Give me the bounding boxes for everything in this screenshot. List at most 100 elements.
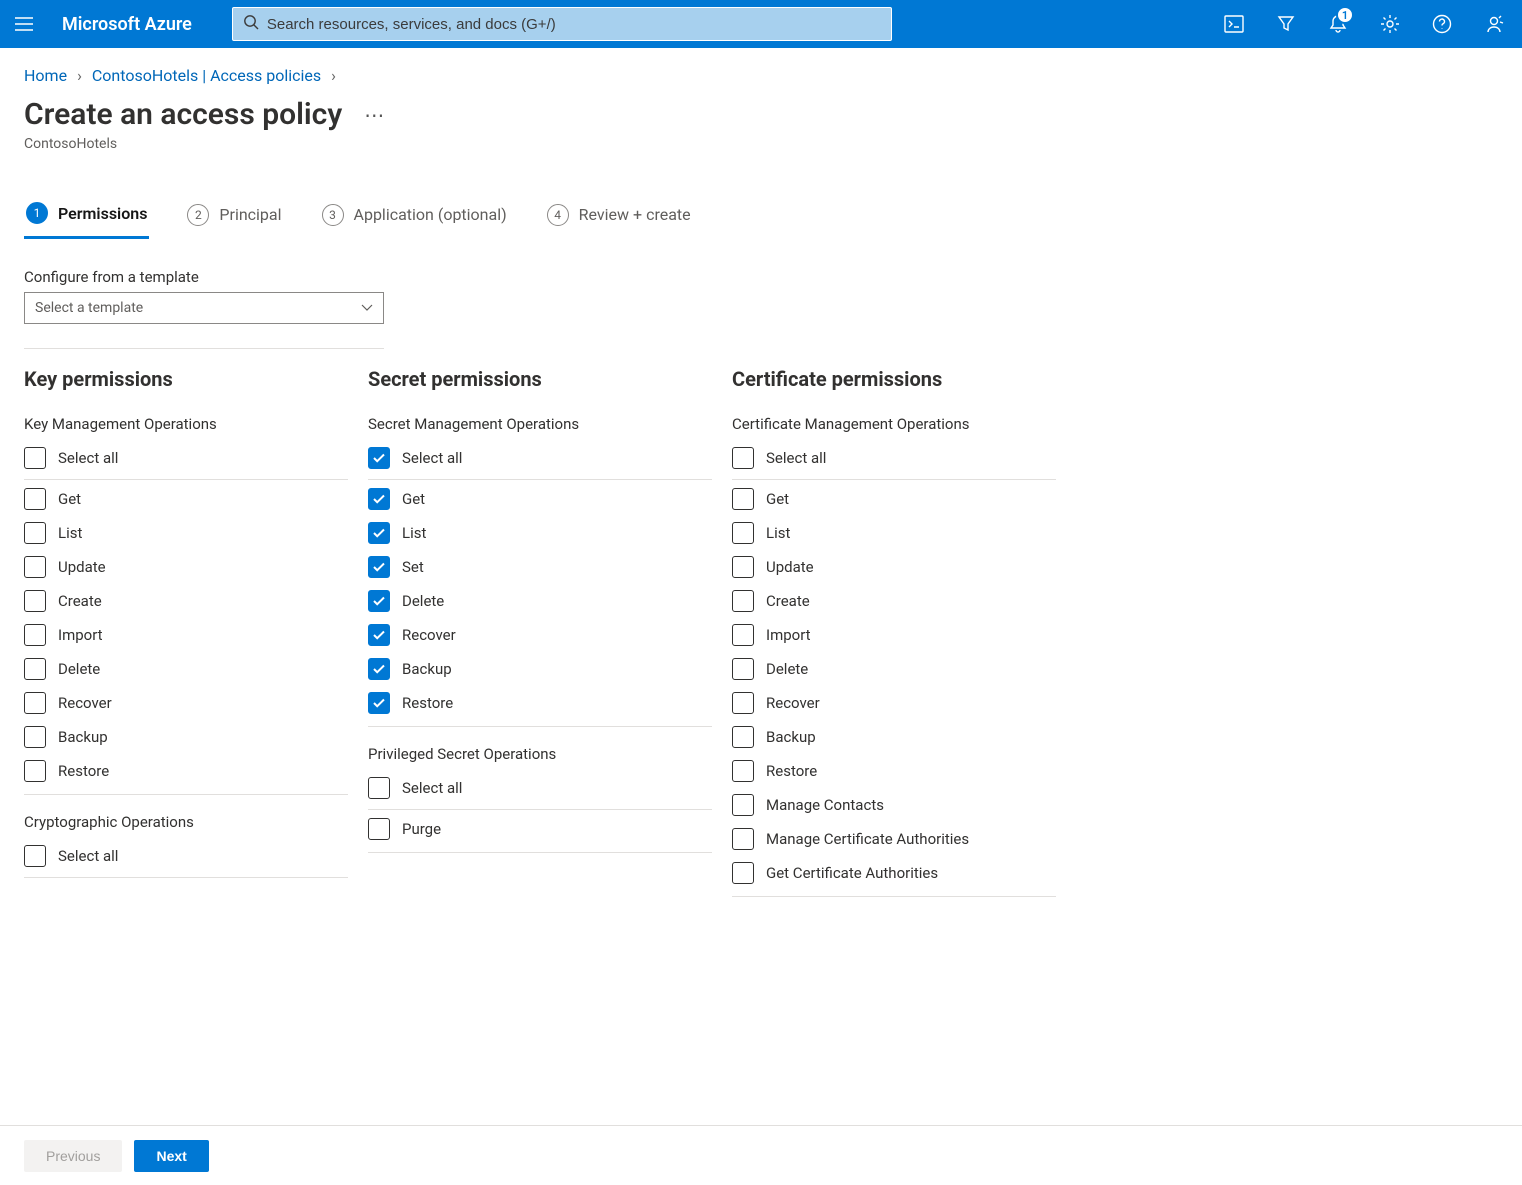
checkbox-label: Manage Certificate Authorities (766, 830, 969, 848)
checkbox-label: List (402, 524, 426, 542)
checkbox-icon (368, 692, 390, 714)
tab-application[interactable]: 3 Application (optional) (320, 196, 509, 238)
permission-checkbox[interactable]: Manage Certificate Authorities (732, 822, 1056, 856)
checkbox-icon (732, 447, 754, 469)
permission-checkbox[interactable]: Recover (368, 618, 712, 652)
permission-checkbox[interactable]: Get (732, 482, 1056, 516)
checkbox-label: Purge (402, 820, 441, 838)
select-all-checkbox[interactable]: Select all (24, 839, 348, 878)
checkbox-label: Import (766, 626, 811, 644)
checkbox-label: Manage Contacts (766, 796, 884, 814)
permission-checkbox[interactable]: Import (24, 618, 348, 652)
select-all-checkbox[interactable]: Select all (24, 441, 348, 480)
select-all-checkbox[interactable]: Select all (732, 441, 1056, 480)
permission-checkbox[interactable]: List (368, 516, 712, 550)
column-heading: Secret permissions (368, 367, 712, 391)
checkbox-icon (24, 624, 46, 646)
column-heading: Key permissions (24, 367, 348, 391)
previous-button[interactable]: Previous (24, 1140, 122, 1172)
permission-checkbox[interactable]: Purge (368, 812, 712, 853)
permission-checkbox[interactable]: Delete (24, 652, 348, 686)
checkbox-icon (732, 590, 754, 612)
checkbox-label: Import (58, 626, 103, 644)
menu-icon[interactable] (0, 0, 48, 48)
template-select[interactable]: Select a template (24, 292, 384, 324)
permission-checkbox[interactable]: Restore (24, 754, 348, 795)
permission-checkbox[interactable]: Update (24, 550, 348, 584)
permission-checkbox[interactable]: Create (24, 584, 348, 618)
breadcrumb-home[interactable]: Home (24, 66, 67, 85)
permission-checkbox[interactable]: Recover (24, 686, 348, 720)
breadcrumb-parent[interactable]: ContosoHotels | Access policies (92, 66, 321, 85)
checkbox-label: Select all (766, 449, 826, 467)
permission-checkbox[interactable]: Recover (732, 686, 1056, 720)
select-all-checkbox[interactable]: Select all (368, 441, 712, 480)
permission-checkbox[interactable]: Restore (732, 754, 1056, 788)
checkbox-label: Delete (58, 660, 100, 678)
divider (24, 348, 384, 349)
checkbox-icon (24, 658, 46, 680)
permission-checkbox[interactable]: Get (368, 482, 712, 516)
checkbox-label: List (766, 524, 790, 542)
tab-principal[interactable]: 2 Principal (185, 196, 283, 238)
permission-checkbox[interactable]: Backup (368, 652, 712, 686)
checkbox-icon (24, 760, 46, 782)
notification-badge: 1 (1336, 6, 1354, 24)
checkbox-icon (24, 590, 46, 612)
checkbox-label: Restore (58, 762, 109, 780)
checkbox-icon (732, 692, 754, 714)
wizard-tabs: 1 Permissions 2 Principal 3 Application … (0, 194, 1522, 239)
search-box[interactable] (232, 7, 892, 41)
permission-checkbox[interactable]: List (24, 516, 348, 550)
template-select-value: Select a template (35, 300, 143, 316)
group-heading: Certificate Management Operations (732, 415, 1056, 433)
checkbox-icon (368, 447, 390, 469)
group-heading: Cryptographic Operations (24, 813, 348, 831)
permission-checkbox[interactable]: Delete (368, 584, 712, 618)
brand-label[interactable]: Microsoft Azure (52, 14, 210, 35)
checkbox-icon (732, 828, 754, 850)
feedback-icon[interactable] (1470, 0, 1518, 48)
checkbox-icon (732, 794, 754, 816)
tab-permissions[interactable]: 1 Permissions (24, 194, 149, 239)
page-subtitle: ContosoHotels (0, 134, 1522, 170)
checkbox-icon (368, 658, 390, 680)
checkbox-icon (368, 556, 390, 578)
page-title: Create an access policy (24, 97, 342, 132)
form-body: Configure from a template Select a templ… (0, 240, 1522, 1125)
next-button[interactable]: Next (134, 1140, 208, 1172)
topbar: Microsoft Azure 1 (0, 0, 1522, 48)
permission-checkbox[interactable]: Backup (732, 720, 1056, 754)
permission-checkbox[interactable]: Manage Contacts (732, 788, 1056, 822)
notifications-icon[interactable]: 1 (1314, 0, 1362, 48)
permission-checkbox[interactable]: Update (732, 550, 1056, 584)
permission-checkbox[interactable]: Restore (368, 686, 712, 727)
select-all-checkbox[interactable]: Select all (368, 771, 712, 810)
checkbox-icon (368, 590, 390, 612)
checkbox-icon (368, 488, 390, 510)
checkbox-icon (732, 488, 754, 510)
permission-checkbox[interactable]: Create (732, 584, 1056, 618)
help-icon[interactable] (1418, 0, 1466, 48)
tab-review-create[interactable]: 4 Review + create (545, 196, 693, 238)
search-input[interactable] (267, 16, 881, 33)
permission-checkbox[interactable]: Delete (732, 652, 1056, 686)
column-key: Key permissionsKey Management Operations… (24, 367, 348, 915)
permission-checkbox[interactable]: List (732, 516, 1056, 550)
checkbox-label: Backup (402, 660, 452, 678)
cloud-shell-icon[interactable] (1210, 0, 1258, 48)
settings-icon[interactable] (1366, 0, 1414, 48)
permission-checkbox[interactable]: Import (732, 618, 1056, 652)
tab-label: Principal (219, 205, 281, 224)
permission-checkbox[interactable]: Set (368, 550, 712, 584)
directory-filter-icon[interactable] (1262, 0, 1310, 48)
checkbox-icon (24, 726, 46, 748)
column-secret: Secret permissionsSecret Management Oper… (368, 367, 712, 915)
permission-checkbox[interactable]: Backup (24, 720, 348, 754)
more-menu-icon[interactable]: ⋯ (360, 99, 390, 131)
checkbox-icon (24, 556, 46, 578)
permission-checkbox[interactable]: Get (24, 482, 348, 516)
permission-checkbox[interactable]: Get Certificate Authorities (732, 856, 1056, 897)
checkbox-label: Recover (766, 694, 820, 712)
checkbox-label: Select all (58, 847, 118, 865)
